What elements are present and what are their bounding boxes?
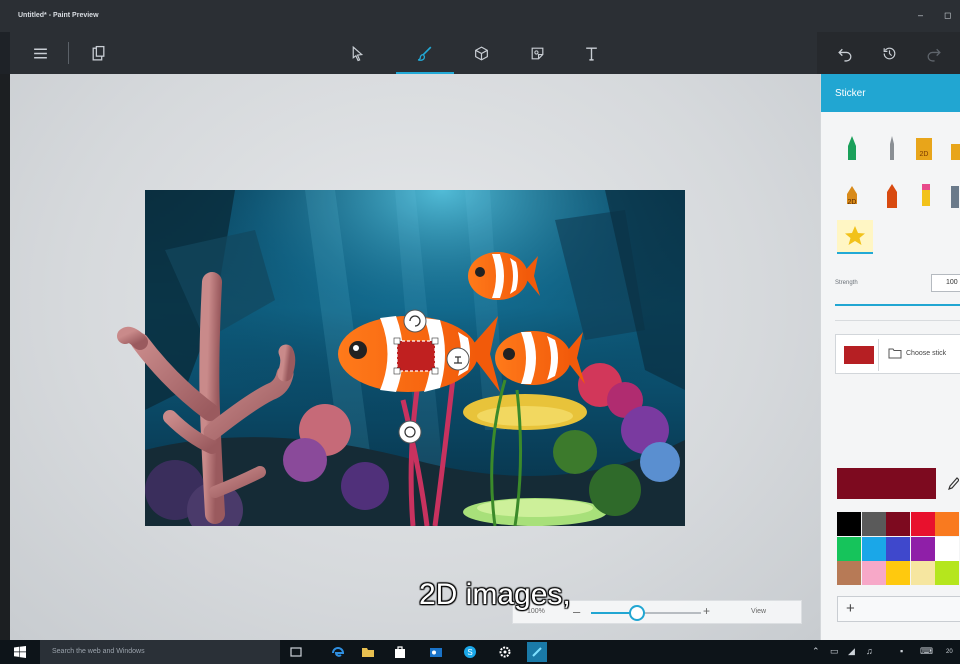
zoom-in-button[interactable]: + bbox=[703, 604, 710, 618]
panel-header: Sticker bbox=[821, 74, 960, 112]
undo-icon[interactable] bbox=[833, 41, 857, 65]
paste-icon[interactable] bbox=[86, 41, 110, 65]
eraser-brush-icon[interactable] bbox=[949, 178, 960, 212]
history-icon[interactable] bbox=[877, 41, 901, 65]
2d-sticker-icon[interactable]: 2D bbox=[913, 132, 935, 166]
search-placeholder: Search the web and Windows bbox=[52, 648, 145, 655]
tray-chevron-icon[interactable]: ⌃ bbox=[812, 646, 820, 657]
palette-swatch[interactable] bbox=[935, 561, 959, 585]
eyedropper-icon[interactable] bbox=[947, 476, 959, 490]
2d-crayon-icon[interactable]: 2D bbox=[841, 178, 863, 212]
panel-divider bbox=[835, 320, 960, 321]
file-explorer-icon[interactable] bbox=[360, 644, 376, 660]
edge-icon[interactable] bbox=[330, 644, 346, 660]
battery-icon[interactable]: ▭ bbox=[830, 646, 839, 657]
choose-sticker-label: Choose stick bbox=[906, 350, 947, 357]
palette-swatch[interactable] bbox=[910, 512, 935, 536]
toolbar-divider bbox=[68, 42, 69, 64]
history-controls bbox=[817, 32, 960, 74]
coral-3d-object[interactable] bbox=[100, 262, 300, 528]
spray-brush-icon[interactable] bbox=[881, 178, 903, 212]
palette-swatch[interactable] bbox=[861, 536, 886, 561]
palette-swatch[interactable] bbox=[837, 561, 861, 585]
folder-icon bbox=[888, 348, 902, 359]
view-button[interactable]: View bbox=[751, 608, 766, 615]
choose-sticker-button[interactable]: Choose stick bbox=[835, 334, 960, 374]
maximize-button[interactable]: ◻ bbox=[944, 10, 951, 21]
strength-label: Strength bbox=[835, 280, 858, 286]
palette-swatch[interactable] bbox=[935, 536, 959, 561]
marker-brush-icon[interactable] bbox=[841, 132, 863, 166]
palette-swatch[interactable] bbox=[886, 561, 910, 585]
sticker-preview-swatch bbox=[844, 346, 874, 364]
menu-icon[interactable] bbox=[28, 41, 52, 65]
palette-swatch[interactable] bbox=[886, 536, 910, 561]
select-icon[interactable] bbox=[345, 41, 369, 65]
3d-cube-icon[interactable] bbox=[469, 41, 493, 65]
paint-preview-window: Untitled* - Paint Preview – ◻ Sticker 2D… bbox=[0, 0, 960, 664]
paint3d-icon[interactable] bbox=[527, 642, 547, 662]
keyboard-icon[interactable]: ⌨ bbox=[920, 646, 933, 657]
skype-icon[interactable]: S bbox=[462, 644, 478, 660]
palette-swatch[interactable] bbox=[837, 536, 861, 561]
star-sticker-brush-icon[interactable] bbox=[837, 220, 873, 254]
svg-text:2D: 2D bbox=[920, 151, 929, 158]
top-toolbar bbox=[10, 32, 960, 75]
strength-slider[interactable] bbox=[835, 304, 960, 306]
store-icon[interactable] bbox=[392, 644, 408, 660]
volume-icon[interactable]: ♫ bbox=[866, 646, 873, 656]
palette-swatch[interactable] bbox=[910, 536, 935, 561]
bucket-brush-icon[interactable] bbox=[949, 132, 960, 166]
palette-swatch[interactable] bbox=[861, 512, 886, 536]
add-color-button[interactable]: + bbox=[837, 596, 960, 622]
brush-icon[interactable] bbox=[413, 41, 437, 65]
network-icon[interactable]: ◢ bbox=[848, 646, 855, 657]
minimize-button[interactable]: – bbox=[918, 10, 923, 20]
palette-swatch[interactable] bbox=[886, 512, 910, 536]
palette-swatch[interactable] bbox=[837, 512, 861, 536]
palette-swatch[interactable] bbox=[935, 512, 959, 536]
taskbar-clock: 20 bbox=[946, 649, 953, 655]
zoom-out-button[interactable]: – bbox=[573, 604, 580, 619]
sticker-panel: Sticker 2D 2D Strength 100 Choose stick … bbox=[820, 74, 960, 640]
strength-value-field[interactable]: 100 bbox=[931, 274, 960, 292]
svg-text:S: S bbox=[467, 648, 472, 657]
settings-icon[interactable] bbox=[497, 644, 513, 660]
svg-text:2D: 2D bbox=[848, 199, 857, 206]
choose-divider bbox=[878, 339, 879, 371]
palette-swatch[interactable] bbox=[910, 561, 935, 585]
text-icon[interactable] bbox=[579, 41, 603, 65]
add-color-label: + bbox=[846, 600, 855, 617]
task-view-icon[interactable] bbox=[288, 644, 304, 660]
outlook-icon[interactable] bbox=[428, 644, 444, 660]
palette-swatch[interactable] bbox=[861, 561, 886, 585]
window-title: Untitled* - Paint Preview bbox=[18, 12, 99, 19]
zoom-slider-thumb[interactable] bbox=[629, 605, 646, 621]
video-subtitle: 2D images, bbox=[419, 578, 571, 611]
title-bar: Untitled* - Paint Preview – ◻ bbox=[0, 0, 960, 32]
panel-title: Sticker bbox=[835, 88, 866, 99]
taskbar: Search the web and Windows S ⌃ ▭ ◢ ♫ ▪ ⌨… bbox=[0, 640, 960, 664]
pencil-brush-icon[interactable] bbox=[915, 178, 937, 212]
pen-brush-icon[interactable] bbox=[881, 132, 903, 166]
current-color-swatch[interactable] bbox=[837, 468, 936, 499]
redo-icon[interactable] bbox=[921, 41, 945, 65]
windows-start-icon[interactable] bbox=[0, 640, 40, 664]
left-edge bbox=[0, 74, 10, 640]
notification-icon[interactable]: ▪ bbox=[900, 646, 903, 656]
taskbar-search[interactable]: Search the web and Windows bbox=[40, 640, 280, 664]
sticker-icon[interactable] bbox=[525, 41, 549, 65]
